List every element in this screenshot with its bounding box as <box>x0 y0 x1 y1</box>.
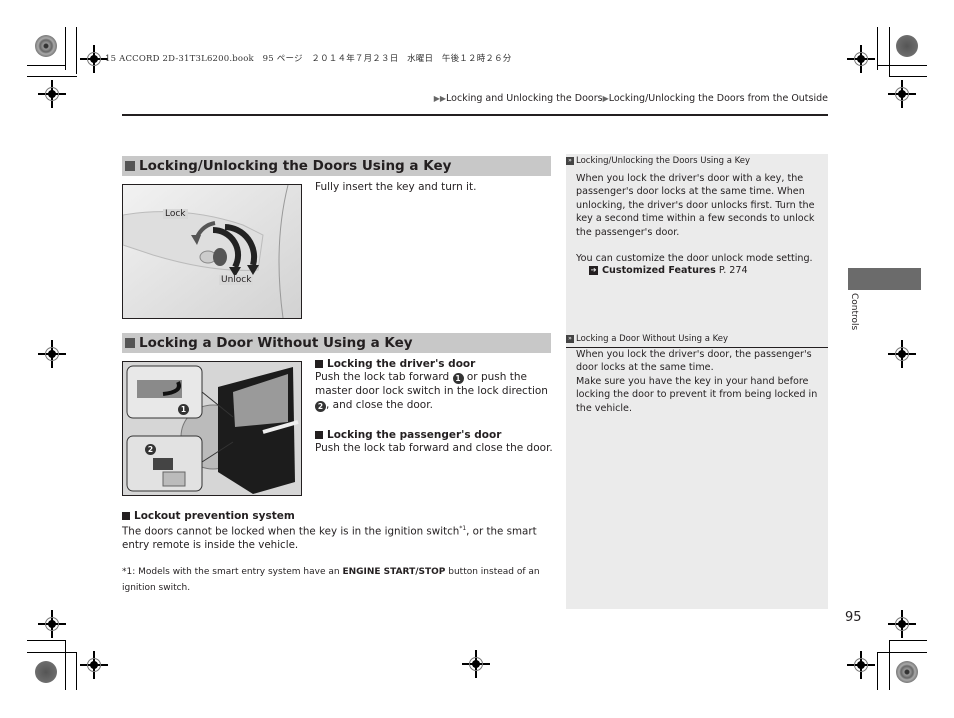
callout-2-icon: 2 <box>145 444 156 455</box>
registration-mark-icon <box>888 80 916 108</box>
registration-mark-icon <box>80 45 108 73</box>
header-rule <box>122 114 828 116</box>
section-body-text: Fully insert the key and turn it. <box>315 181 477 193</box>
side-note-title: » Locking a Door Without Using a Key <box>566 334 828 344</box>
note-marker-icon: » <box>566 157 574 165</box>
print-date: ２０１４年７月２３日 水曜日 午後１２時２６分 <box>311 54 512 64</box>
footnote: *1: Models with the smart entry system h… <box>122 567 540 594</box>
registration-mark-icon <box>888 340 916 368</box>
chapter-tab-label: Controls <box>849 293 859 331</box>
side-note-paragraph: When you lock the driver's door, the pas… <box>576 349 812 374</box>
section-header: Locking a Door Without Using a Key <box>122 333 551 353</box>
print-meta: 15 ACCORD 2D-31T3L6200.book 95 ページ ２０１４年… <box>105 52 512 64</box>
side-note-rule <box>566 347 828 348</box>
figure-label-unlock: Unlock <box>219 275 254 285</box>
door-lock-figure: 1 2 <box>122 361 302 496</box>
key-lock-figure: Lock Unlock <box>122 184 302 319</box>
page-info: 95 ページ <box>262 54 303 64</box>
lockout-block: Lockout prevention system The doors cann… <box>122 510 554 596</box>
breadcrumb-item[interactable]: Locking and Unlocking the Doors <box>446 93 603 104</box>
subsection-heading: Locking the passenger's door <box>315 429 555 441</box>
driver-door-block: Locking the driver's door Push the lock … <box>315 358 555 412</box>
registration-mark-icon <box>888 610 916 638</box>
registration-mark-icon <box>847 45 875 73</box>
cross-reference-link[interactable]: ➔ Customized Features P. 274 <box>589 265 828 276</box>
side-note-paragraph: You can customize the door unlock mode s… <box>576 253 813 265</box>
square-bullet-icon <box>122 512 130 520</box>
passenger-door-block: Locking the passenger's door Push the lo… <box>315 429 555 455</box>
xref-arrow-icon: ➔ <box>589 266 598 276</box>
figure-label-lock: Lock <box>163 209 188 219</box>
registration-mark-icon <box>80 651 108 679</box>
registration-mark-icon <box>38 610 66 638</box>
side-note: » Locking a Door Without Using a Key When… <box>566 334 828 415</box>
registration-mark-icon <box>462 650 490 678</box>
registration-target-icon <box>35 661 57 683</box>
registration-target-icon <box>896 661 918 683</box>
door-handle-illustration <box>123 185 301 318</box>
book-file: 15 ACCORD 2D-31T3L6200.book <box>105 54 254 64</box>
square-bullet-icon <box>315 360 323 368</box>
side-note-paragraph: When you lock the driver's door with a k… <box>576 173 815 238</box>
step-1-badge-icon: 1 <box>452 373 464 384</box>
step-2-badge-icon: 2 <box>315 401 326 412</box>
subsection-body: Push the lock tab forward 1 or push the … <box>315 371 548 412</box>
side-note-title: » Locking/Unlocking the Doors Using a Key <box>566 156 828 166</box>
registration-target-icon <box>35 35 57 57</box>
section-title: Locking/Unlocking the Doors Using a Key <box>139 158 452 174</box>
note-marker-icon: » <box>566 335 574 343</box>
subsection-heading: Locking the driver's door <box>315 358 555 370</box>
square-bullet-icon <box>315 431 323 439</box>
section-header: Locking/Unlocking the Doors Using a Key <box>122 156 551 176</box>
callout-1-icon: 1 <box>178 404 189 415</box>
breadcrumb-prefix-icon: ▶▶ <box>433 94 447 103</box>
section-title: Locking a Door Without Using a Key <box>139 335 413 351</box>
breadcrumb: ▶▶Locking and Unlocking the Doors▶Lockin… <box>434 93 828 104</box>
chapter-tab[interactable] <box>848 268 921 290</box>
door-interior-illustration <box>123 362 301 495</box>
registration-target-icon <box>896 35 918 57</box>
lockout-body: The doors cannot be locked when the key … <box>122 525 537 552</box>
subsection-body: Push the lock tab forward and close the … <box>315 442 553 454</box>
registration-mark-icon <box>847 651 875 679</box>
registration-mark-icon <box>38 340 66 368</box>
side-note-paragraph: Make sure you have the key in your hand … <box>576 375 818 414</box>
breadcrumb-item[interactable]: Locking/Unlocking the Doors from the Out… <box>609 93 828 104</box>
registration-mark-icon <box>38 80 66 108</box>
page-number: 95 <box>845 610 862 625</box>
subsection-heading: Lockout prevention system <box>122 510 554 522</box>
section-square-icon <box>125 338 135 348</box>
section-square-icon <box>125 161 135 171</box>
side-note: » Locking/Unlocking the Doors Using a Key… <box>566 156 828 276</box>
